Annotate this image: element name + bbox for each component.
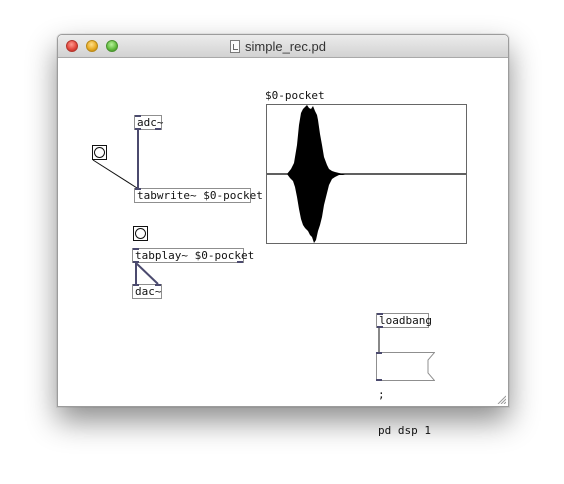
play-bang[interactable] <box>133 226 148 241</box>
record-bang[interactable] <box>92 145 107 160</box>
outlet-left[interactable] <box>135 128 141 130</box>
inlet-left[interactable] <box>133 284 139 286</box>
loadbang-object[interactable]: loadbang <box>376 313 432 328</box>
patch-window: simple_rec.pd adc~ tabwrite~ $0-pocket t… <box>57 34 509 437</box>
window-title-group: simple_rec.pd <box>230 38 326 54</box>
inlet[interactable] <box>135 188 141 190</box>
array-graph[interactable] <box>266 104 467 244</box>
waveform <box>267 105 466 243</box>
outlet-right[interactable] <box>155 128 161 130</box>
inlet-right[interactable] <box>155 284 161 286</box>
zoom-icon[interactable] <box>106 40 118 52</box>
bang-icon <box>135 228 146 239</box>
inlet[interactable] <box>377 313 383 315</box>
tabwrite-object[interactable]: tabwrite~ $0-pocket <box>134 188 263 203</box>
close-icon[interactable] <box>66 40 78 52</box>
outlet-right[interactable] <box>237 261 243 263</box>
inlet[interactable] <box>133 248 139 250</box>
window-title: simple_rec.pd <box>245 38 326 54</box>
message-outline <box>376 352 435 381</box>
array-name: $0-pocket <box>265 89 325 102</box>
adc-object[interactable]: adc~ <box>134 115 164 130</box>
document-icon <box>230 39 240 53</box>
dsp-message[interactable]: ; pd dsp 1 <box>376 352 435 437</box>
tabwrite-label: tabwrite~ $0-pocket <box>137 189 263 202</box>
dac-label: dac~ <box>135 285 162 298</box>
waveform-shape <box>287 105 347 243</box>
outlet-left[interactable] <box>133 261 139 263</box>
loadbang-label: loadbang <box>379 314 432 327</box>
cord-bang-to-tabwrite[interactable] <box>92 159 138 189</box>
minimize-icon[interactable] <box>86 40 98 52</box>
resize-grip-icon[interactable] <box>496 394 506 404</box>
message-line-1: ; <box>378 388 385 401</box>
cord-tabplay-to-dac-right[interactable] <box>135 262 159 285</box>
tabplay-object[interactable]: tabplay~ $0-pocket <box>132 248 254 263</box>
patch-canvas[interactable]: adc~ tabwrite~ $0-pocket tabplay~ $0-poc… <box>58 58 508 437</box>
inlet[interactable] <box>135 115 141 117</box>
title-bar[interactable]: simple_rec.pd <box>58 35 508 58</box>
outlet[interactable] <box>377 326 383 328</box>
message-line-2: pd dsp 1 <box>378 424 431 437</box>
dac-object[interactable]: dac~ <box>132 284 162 299</box>
bang-icon <box>94 147 105 158</box>
